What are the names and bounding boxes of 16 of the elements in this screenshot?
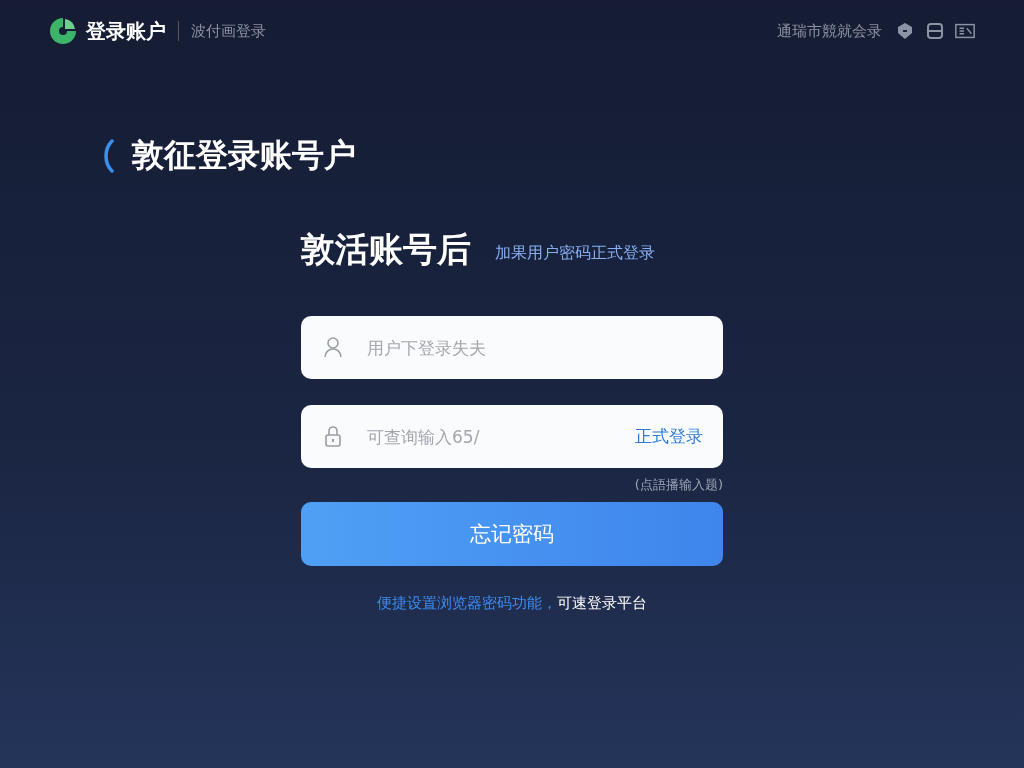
page-title: 敦征登录账号户 bbox=[132, 135, 356, 176]
logo-icon bbox=[48, 16, 78, 46]
header-link[interactable]: 通瑞市競就会录 bbox=[777, 21, 882, 41]
form-heading: 敦活账号后 bbox=[301, 228, 471, 271]
window-icon[interactable] bbox=[924, 21, 946, 41]
screen-icon[interactable] bbox=[954, 21, 976, 41]
footer-text: 可速登录平台 bbox=[557, 594, 647, 613]
forgot-password-button[interactable]: 忘记密码 bbox=[301, 502, 723, 566]
settings-link[interactable]: 便捷设置浏览器密码功能， bbox=[377, 594, 557, 613]
login-link[interactable]: 正式登录 bbox=[635, 425, 703, 448]
login-link[interactable]: 加果用户密码正式登录 bbox=[495, 242, 655, 264]
hint-text: (点語播输入题) bbox=[634, 476, 723, 494]
app-title: 登录账户 bbox=[86, 17, 166, 45]
back-icon[interactable] bbox=[102, 139, 114, 173]
header-subtitle: 波付画登录 bbox=[191, 21, 266, 41]
username-field[interactable]: 用户下登录失夫 bbox=[301, 316, 723, 379]
